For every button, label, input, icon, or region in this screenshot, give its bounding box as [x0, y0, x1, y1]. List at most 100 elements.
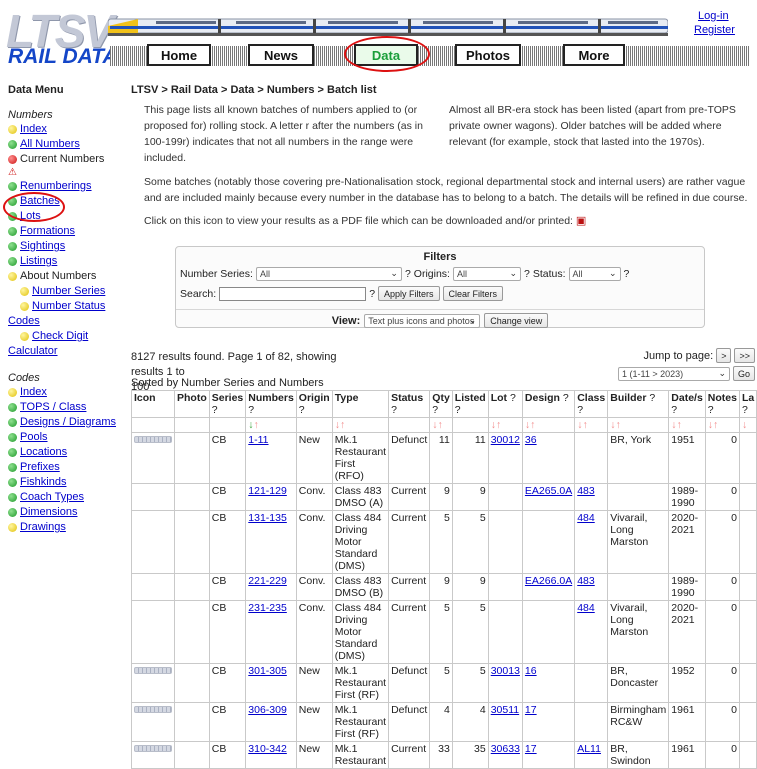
sidebar-item-label[interactable]: Formations: [20, 224, 75, 239]
sidebar-item-label[interactable]: Sightings: [20, 239, 65, 254]
status-help-link[interactable]: ?: [624, 268, 630, 280]
nav-photos[interactable]: Photos: [455, 44, 521, 66]
design-link[interactable]: 17: [525, 743, 537, 755]
coach-thumbnail-icon[interactable]: [134, 436, 172, 443]
numbers-link[interactable]: 306-309: [248, 704, 287, 716]
lot-link[interactable]: 30012: [491, 434, 520, 446]
sidebar-item-label[interactable]: Fishkinds: [20, 475, 66, 490]
sort-up-arrow-icon[interactable]: ↑: [438, 419, 443, 431]
nav-more[interactable]: More: [563, 44, 625, 66]
coach-thumbnail-icon[interactable]: [134, 706, 172, 713]
search-help-link[interactable]: ?: [369, 288, 375, 300]
sidebar-item-fishkinds[interactable]: Fishkinds: [8, 475, 124, 490]
sidebar-item-label[interactable]: Check Digit: [32, 329, 88, 344]
sidebar-item-label[interactable]: Designs / Diagrams: [20, 415, 116, 430]
change-view-button[interactable]: Change view: [484, 313, 549, 328]
sidebar-item-check-digit[interactable]: Check Digit: [8, 329, 124, 344]
sidebar-item-label[interactable]: Dimensions: [20, 505, 77, 520]
help-link[interactable]: ?: [510, 392, 516, 404]
sidebar-item-label[interactable]: Index: [20, 385, 47, 400]
help-link[interactable]: ?: [577, 404, 605, 416]
sidebar-item-label[interactable]: Number Status: [32, 299, 105, 314]
sidebar-item-codes[interactable]: Codes: [8, 315, 40, 327]
sidebar-item-calculator[interactable]: Calculator: [8, 345, 58, 357]
search-input[interactable]: [219, 286, 367, 301]
sidebar-item-drawings[interactable]: Drawings: [8, 520, 124, 535]
sort-up-arrow-icon[interactable]: ↑: [254, 419, 259, 431]
design-link[interactable]: EA265.0A: [525, 485, 572, 497]
sidebar-item-coach-types[interactable]: Coach Types: [8, 490, 124, 505]
sidebar-item-all-numbers[interactable]: All Numbers: [8, 137, 124, 152]
sidebar-item-label[interactable]: Pools: [20, 430, 48, 445]
origins-select[interactable]: All ⌄: [452, 267, 521, 281]
sort-up-arrow-icon[interactable]: ↑: [530, 419, 535, 431]
sidebar-item-listings[interactable]: Listings: [8, 254, 124, 269]
sidebar-item-dimensions[interactable]: Dimensions: [8, 505, 124, 520]
class-link[interactable]: AL11: [577, 743, 601, 755]
design-link[interactable]: 17: [525, 704, 537, 716]
sidebar-item-label[interactable]: All Numbers: [20, 137, 80, 152]
class-link[interactable]: 483: [577, 575, 595, 587]
design-link[interactable]: 16: [525, 665, 537, 677]
register-link[interactable]: Register: [694, 24, 735, 36]
sort-up-arrow-icon[interactable]: ↑: [713, 419, 718, 431]
numbers-link[interactable]: 131-135: [248, 512, 287, 524]
status-select[interactable]: All ⌄: [568, 267, 621, 281]
help-link[interactable]: ?: [299, 404, 330, 416]
numbers-link[interactable]: 310-342: [248, 743, 287, 755]
help-link[interactable]: ?: [212, 404, 244, 416]
class-link[interactable]: 483: [577, 485, 595, 497]
help-link[interactable]: ?: [742, 404, 754, 416]
apply-filters-button[interactable]: Apply Filters: [378, 286, 440, 301]
lot-link[interactable]: 30013: [491, 665, 520, 677]
clear-filters-button[interactable]: Clear Filters: [442, 286, 504, 301]
sidebar-item-label[interactable]: Drawings: [20, 520, 66, 535]
sidebar-item-locations[interactable]: Locations: [8, 445, 124, 460]
sidebar-item-index[interactable]: Index: [8, 122, 124, 137]
next-page-button[interactable]: >: [716, 348, 732, 363]
help-link[interactable]: ?: [432, 404, 450, 416]
sidebar-item-label[interactable]: Index: [20, 122, 47, 137]
sidebar-item-label[interactable]: Prefixes: [20, 460, 60, 475]
numbers-link[interactable]: 1-11: [248, 434, 268, 446]
sort-up-arrow-icon[interactable]: ↑: [616, 419, 621, 431]
coach-thumbnail-icon[interactable]: [134, 745, 172, 752]
sidebar-item-number-series[interactable]: Number Series: [8, 284, 124, 299]
design-link[interactable]: EA266.0A: [525, 575, 572, 587]
sidebar-item-label[interactable]: Number Series: [32, 284, 105, 299]
sidebar-item-prefixes[interactable]: Prefixes: [8, 460, 124, 475]
class-link[interactable]: 484: [577, 602, 595, 614]
class-link[interactable]: 484: [577, 512, 595, 524]
sidebar-item-label[interactable]: Locations: [20, 445, 67, 460]
site-logo-subtitle[interactable]: RAIL DATA: [8, 46, 118, 68]
sort-up-arrow-icon[interactable]: ↑: [582, 419, 587, 431]
sidebar-item-pools[interactable]: Pools: [8, 430, 124, 445]
help-link[interactable]: ?: [563, 392, 569, 404]
numbers-link[interactable]: 221-229: [248, 575, 287, 587]
sidebar-item-label[interactable]: TOPS / Class: [20, 400, 86, 415]
go-button[interactable]: Go: [732, 366, 755, 381]
help-link[interactable]: ?: [455, 404, 486, 416]
sort-down-arrow-icon[interactable]: ↓: [742, 419, 747, 431]
sidebar-item-sightings[interactable]: Sightings: [8, 239, 124, 254]
sidebar-item-codes-index[interactable]: Index: [8, 385, 124, 400]
login-link[interactable]: Log-in: [698, 10, 729, 22]
sidebar-item-label[interactable]: Coach Types: [20, 490, 84, 505]
sort-up-arrow-icon[interactable]: ↑: [677, 419, 682, 431]
sidebar-item-designs-diagrams[interactable]: Designs / Diagrams: [8, 415, 124, 430]
sidebar-item-tops-class[interactable]: TOPS / Class: [8, 400, 124, 415]
page-select[interactable]: 1 (1-11 > 2023) ⌄: [617, 366, 730, 381]
number-series-help-link[interactable]: ?: [405, 268, 411, 280]
number-series-select[interactable]: All ⌄: [255, 267, 402, 281]
sort-up-arrow-icon[interactable]: ↑: [340, 419, 345, 431]
sort-up-arrow-icon[interactable]: ↑: [496, 419, 501, 431]
help-link[interactable]: ?: [649, 392, 655, 404]
coach-thumbnail-icon[interactable]: [134, 667, 172, 674]
sidebar-item-label[interactable]: Listings: [20, 254, 57, 269]
nav-news[interactable]: News: [248, 44, 314, 66]
help-link[interactable]: ?: [248, 404, 294, 416]
numbers-link[interactable]: 121-129: [248, 485, 287, 497]
help-link[interactable]: ?: [391, 404, 427, 416]
lot-link[interactable]: 30633: [491, 743, 520, 755]
sidebar-item-formations[interactable]: Formations: [8, 224, 124, 239]
